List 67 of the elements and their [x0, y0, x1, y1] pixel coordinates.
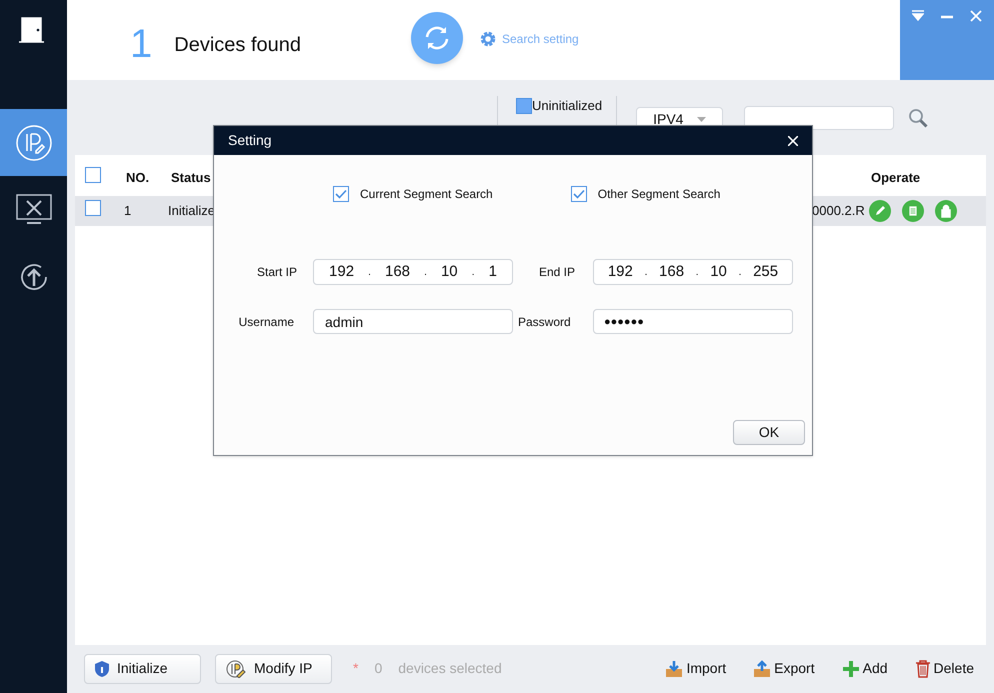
table-cell-text: Initialize [168, 202, 213, 220]
checkbox[interactable] [570, 186, 587, 202]
ip-edit-icon [14, 124, 52, 162]
checkbox[interactable] [516, 98, 532, 114]
lock-icon[interactable] [935, 200, 957, 222]
ip-address-field[interactable]: 192 . 168 . 10 . 1 [313, 259, 513, 285]
box-down-arrow-icon [665, 660, 684, 678]
selected-text: devices selected [398, 659, 502, 678]
ip-octet: 192 [608, 262, 633, 282]
checkbox[interactable] [333, 186, 349, 202]
tools-monitor-icon [14, 192, 52, 226]
ip-octet: 192 [329, 262, 354, 282]
box-up-arrow-icon [753, 660, 772, 678]
table-cell-text: 0000.2.R [812, 202, 866, 220]
device-count: 1 [130, 21, 152, 68]
ip-octet: 10 [710, 262, 727, 282]
field-label: Username [238, 314, 294, 330]
field-label: Start IP [256, 264, 297, 281]
caret-icon [697, 116, 706, 122]
ip-separator: . [368, 266, 371, 280]
plus-icon [842, 660, 860, 678]
document-icon[interactable] [902, 200, 924, 222]
gear-icon [479, 30, 497, 48]
ip-separator: . [644, 266, 648, 280]
option-label: Other Segment Search [598, 186, 720, 203]
modify-ip-button[interactable]: Modify IP [215, 654, 332, 684]
close-icon[interactable] [788, 136, 798, 146]
option-label: Current Segment Search [360, 186, 493, 203]
dropdown-icon[interactable] [912, 10, 924, 22]
column-header: Status [171, 169, 211, 188]
column-header: NO. [126, 169, 150, 188]
search-field[interactable] [744, 106, 894, 130]
trash-icon [914, 660, 931, 678]
dialog-title: Setting [228, 131, 272, 150]
ip-address-field[interactable]: 192 . 168 . 10 . 255 [593, 259, 793, 285]
username-field[interactable]: admin [313, 309, 513, 334]
ip-separator: . [696, 266, 699, 280]
column-header: Operate [871, 169, 920, 188]
export-button[interactable]: Export [753, 658, 815, 679]
delete-button[interactable]: Delete [914, 658, 974, 679]
checkbox[interactable] [85, 167, 101, 184]
ip-separator: . [738, 266, 742, 280]
filter-label: Uninitialized [532, 97, 602, 115]
ip-octet: 168 [659, 262, 684, 282]
shield-icon [95, 660, 109, 676]
table-cell-text: 1 [124, 202, 132, 220]
pencil-icon[interactable] [869, 200, 891, 222]
refresh-button[interactable] [411, 12, 463, 64]
checkbox[interactable] [85, 200, 101, 216]
ip-octet: 10 [440, 262, 458, 282]
ip-separator: . [424, 266, 427, 280]
ip-separator: . [472, 266, 475, 280]
add-button[interactable]: Add [842, 658, 888, 679]
ip-octet: 1 [488, 262, 497, 282]
required-mark: * [353, 659, 358, 678]
page-title: Devices found [174, 33, 301, 58]
initialize-button[interactable]: Initialize [84, 654, 201, 684]
ok-button[interactable]: OK [733, 420, 805, 445]
field-label: End IP [538, 264, 575, 281]
search-icon[interactable] [908, 108, 928, 128]
import-button[interactable]: Import [665, 658, 726, 679]
ip-edit-icon [226, 660, 246, 678]
selected-count: 0 [374, 659, 382, 678]
field-label: Password [518, 314, 572, 330]
ip-octet: 255 [753, 262, 778, 282]
password-field[interactable]: ●●●●●● [593, 309, 793, 334]
ip-octet: 168 [385, 262, 410, 282]
